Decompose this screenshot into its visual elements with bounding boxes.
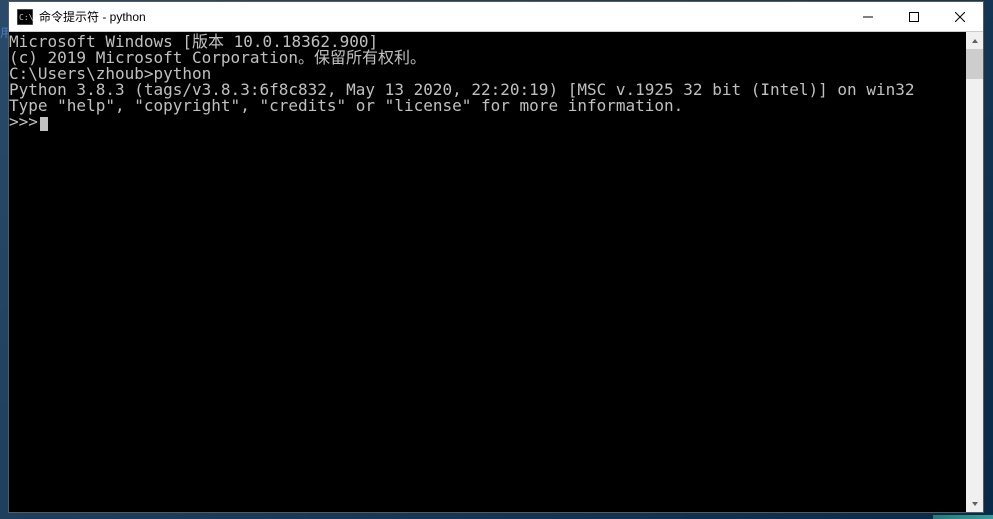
minimize-button[interactable] [845,2,891,31]
svg-text:C:\: C:\ [19,13,33,22]
maximize-button[interactable] [891,2,937,31]
terminal-prompt-line: >>> [9,114,966,131]
cmd-icon: C:\ [17,9,33,25]
titlebar[interactable]: C:\ 命令提示符 - python [9,2,983,32]
window-title: 命令提示符 - python [39,8,845,25]
taskbar-edge [933,515,993,519]
close-button[interactable] [937,2,983,31]
vertical-scrollbar[interactable] [966,32,983,512]
prompt-text: >>> [9,112,38,131]
window-controls [845,2,983,31]
scroll-down-button[interactable] [966,495,983,512]
command-prompt-window: C:\ 命令提示符 - python Microsoft Windows [版本… [8,1,984,513]
background-edge-text: 用 [0,24,8,38]
terminal-line: Type "help", "copyright", "credits" or "… [9,98,966,114]
scroll-up-button[interactable] [966,32,983,49]
terminal-output[interactable]: Microsoft Windows [版本 10.0.18362.900](c)… [9,32,966,512]
terminal-body: Microsoft Windows [版本 10.0.18362.900](c)… [9,32,983,512]
scroll-thumb[interactable] [966,49,983,79]
cursor [40,117,48,131]
scroll-track[interactable] [966,49,983,495]
